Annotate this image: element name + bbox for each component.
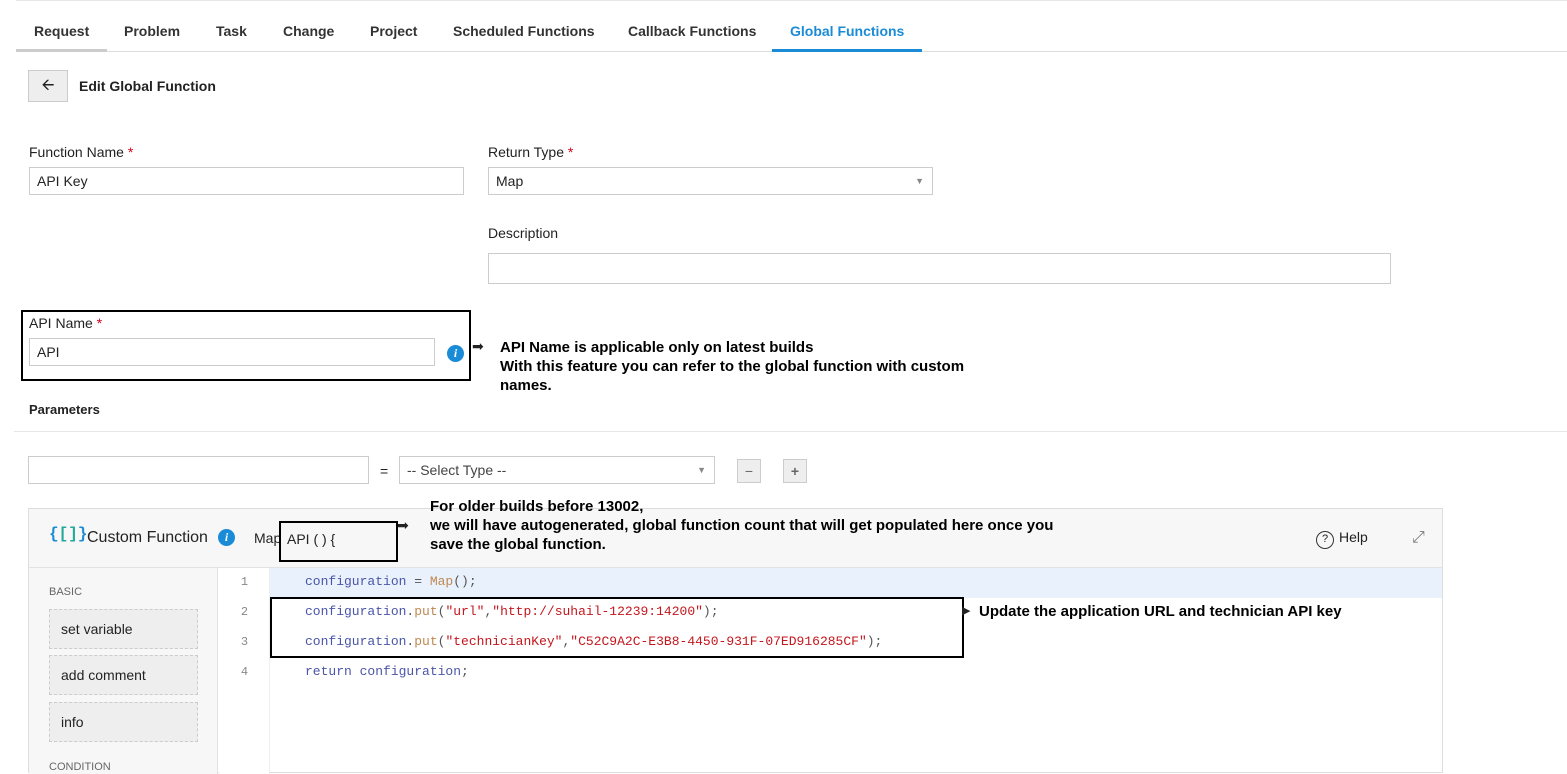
snippet-sidebar: BASIC set variable add comment info COND…: [29, 568, 218, 774]
code-token: =: [406, 574, 430, 589]
update-note: Update the application URL and technicia…: [979, 603, 1342, 620]
code-token: ();: [453, 574, 477, 589]
help-link[interactable]: ? Help: [1316, 529, 1368, 549]
function-brackets-icon: {[]}: [49, 525, 88, 543]
section-basic: BASIC: [49, 586, 83, 598]
function-name-label: Function Name *: [29, 144, 134, 160]
parameter-type-select[interactable]: -- Select Type -- ▼: [399, 456, 715, 484]
arrow-left-icon: 🡨: [41, 77, 55, 94]
tab-problem[interactable]: Problem: [106, 23, 198, 52]
module-tabs: Request Problem Task Change Project Sche…: [16, 0, 1567, 52]
expand-icon[interactable]: ⤢: [1412, 529, 1425, 547]
return-type-prefix: Map: [254, 530, 282, 546]
arrow-right-icon: ▶: [962, 605, 971, 617]
code-line: configuration = Map();: [305, 574, 477, 589]
tab-request[interactable]: Request: [16, 23, 108, 52]
add-parameter-button[interactable]: +: [783, 459, 807, 483]
info-icon[interactable]: i: [447, 345, 464, 362]
api-name-label: API Name *: [29, 315, 103, 331]
divider: [14, 431, 1567, 432]
code-line: return configuration;: [305, 664, 469, 679]
arrow-right-icon: ➡: [472, 338, 484, 354]
parameters-label: Parameters: [29, 402, 100, 417]
help-icon: ?: [1316, 531, 1334, 549]
tab-task[interactable]: Task: [198, 23, 265, 52]
description-input[interactable]: [488, 253, 1391, 284]
arrow-right-icon: ➡: [397, 517, 409, 533]
back-button[interactable]: 🡨: [28, 70, 68, 102]
line-number: 2: [240, 605, 249, 619]
snippet-set-variable[interactable]: set variable: [49, 609, 198, 649]
config-highlight: [270, 597, 964, 658]
tab-project[interactable]: Project: [352, 23, 435, 52]
remove-parameter-button[interactable]: −: [737, 459, 761, 483]
section-condition: CONDITION: [49, 761, 111, 773]
editor-title: Custom Function: [87, 529, 208, 546]
info-icon[interactable]: i: [218, 529, 235, 546]
page-title: Edit Global Function: [79, 78, 216, 94]
return-type-label: Return Type *: [488, 144, 574, 160]
tab-change[interactable]: Change: [265, 23, 352, 52]
function-signature: API ( ) {: [279, 521, 398, 562]
description-label: Description: [488, 225, 559, 241]
api-name-note: API Name is applicable only on latest bu…: [500, 339, 965, 394]
caret-down-icon: ▼: [697, 465, 706, 475]
return-type-select[interactable]: Map ▼: [488, 167, 933, 195]
code-token: Map: [429, 574, 454, 589]
older-builds-note: For older builds before 13002, we will ha…: [430, 498, 1054, 553]
line-number: 3: [240, 635, 249, 649]
equals-sign: =: [380, 463, 389, 479]
tab-callback-functions[interactable]: Callback Functions: [610, 23, 774, 52]
line-number: 1: [240, 575, 249, 589]
line-number: 4: [240, 665, 249, 679]
api-name-input[interactable]: API: [29, 338, 435, 366]
function-name-input[interactable]: API Key: [29, 167, 464, 195]
snippet-info[interactable]: info: [49, 702, 198, 742]
code-token: return configuration: [305, 664, 462, 679]
code-token: ;: [461, 664, 469, 679]
parameter-name-input[interactable]: [28, 456, 369, 484]
code-token: configuration: [305, 574, 407, 589]
tab-global-functions[interactable]: Global Functions: [772, 23, 923, 52]
tab-scheduled-functions[interactable]: Scheduled Functions: [435, 23, 613, 52]
caret-down-icon: ▼: [915, 176, 924, 186]
snippet-add-comment[interactable]: add comment: [49, 655, 198, 695]
